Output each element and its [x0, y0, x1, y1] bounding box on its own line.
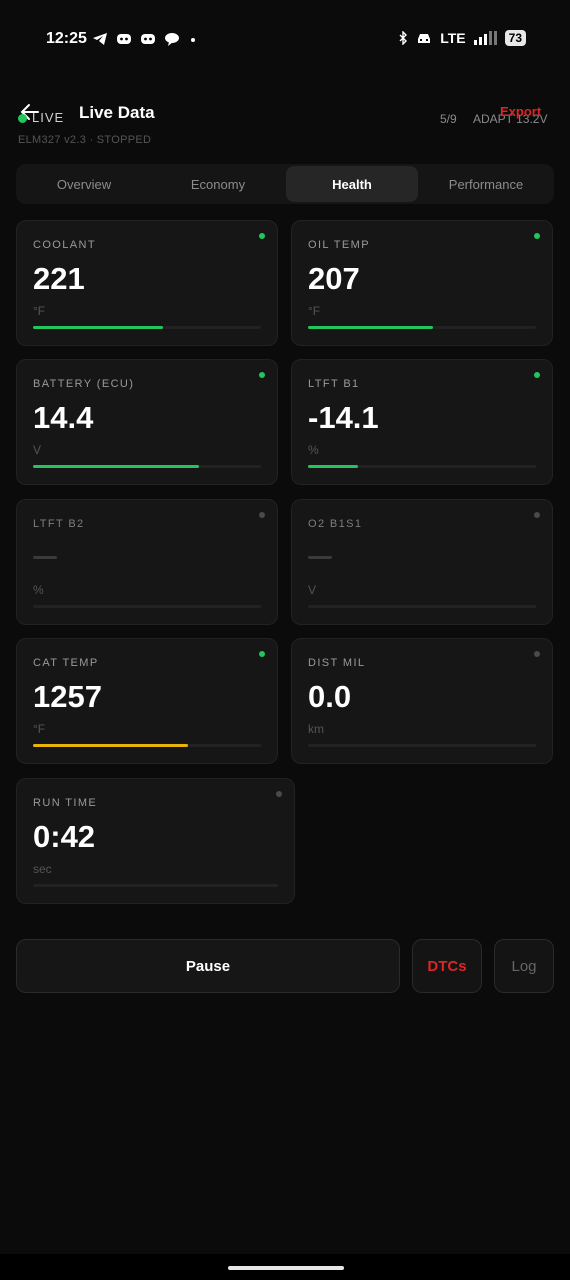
home-indicator[interactable]: [228, 1266, 344, 1270]
metric-bar: [33, 605, 261, 608]
metric-value: -14.1: [308, 400, 379, 435]
metric-bar-fill: [33, 465, 200, 468]
metric-bar-fill: [308, 326, 434, 329]
signal-icon: [473, 31, 497, 45]
metric-card-coolant[interactable]: COOLANT 221 °F: [16, 220, 278, 346]
metric-bar-fill: [308, 465, 359, 468]
metric-value: 221: [33, 261, 85, 296]
metric-unit: km: [308, 722, 324, 736]
metric-unit: %: [33, 583, 44, 597]
status-dot: [276, 791, 282, 797]
page-title: Live Data: [79, 103, 155, 122]
metric-unit: °F: [33, 722, 46, 736]
metric-label: LTFT B1: [308, 378, 360, 390]
status-dot: [534, 651, 540, 657]
live-indicator-dot: [18, 114, 27, 123]
notification-icons: [92, 32, 198, 46]
metric-unit: V: [33, 443, 42, 457]
no-value-placeholder: [308, 556, 332, 559]
chat-icon: [165, 33, 179, 46]
metric-card-o2-b1s1[interactable]: O2 B1S1 V: [291, 499, 553, 625]
metric-bar: [308, 605, 536, 608]
status-dot: [534, 372, 540, 378]
metric-label: RUN TIME: [33, 797, 98, 809]
metric-bar: [308, 465, 536, 468]
metric-card-ltft-b2[interactable]: LTFT B2 %: [16, 499, 278, 625]
tab-economy[interactable]: Economy: [152, 166, 284, 202]
metric-bar-fill: [33, 744, 189, 747]
status-dot: [259, 233, 265, 239]
discord-icon: [141, 34, 155, 44]
tab-bar: Overview Economy Health Performance: [16, 164, 554, 204]
status-dot: [259, 512, 265, 518]
metric-label: OIL TEMP: [308, 239, 370, 251]
live-label: LIVE: [32, 110, 65, 125]
metric-label: LTFT B2: [33, 518, 85, 530]
metric-card-dist-mil[interactable]: DIST MIL 0.0 km: [291, 638, 553, 764]
status-dot: [259, 372, 265, 378]
adapter-status: ELM327 v2.3 · STOPPED: [18, 134, 152, 146]
metric-unit: %: [308, 443, 319, 457]
telegram-icon: [93, 33, 107, 45]
metric-value: 207: [308, 261, 360, 296]
metric-card-run-time[interactable]: RUN TIME 0:42 sec: [16, 778, 295, 904]
battery-icon: 73: [504, 30, 526, 46]
metric-bar: [33, 326, 261, 329]
tab-overview[interactable]: Overview: [18, 166, 150, 202]
metric-label: COOLANT: [33, 239, 96, 251]
discord-icon: [117, 34, 131, 44]
metric-unit: V: [308, 583, 317, 597]
metric-label: BATTERY (ECU): [33, 378, 135, 390]
metric-unit: sec: [33, 862, 52, 876]
tab-performance[interactable]: Performance: [420, 166, 552, 202]
metric-card-cat-temp[interactable]: CAT TEMP 1257 °F: [16, 638, 278, 764]
dtcs-button[interactable]: DTCs: [412, 939, 482, 993]
metric-card-oil-temp[interactable]: OIL TEMP 207 °F: [291, 220, 553, 346]
metric-bar-fill: [33, 326, 163, 329]
log-button[interactable]: Log: [494, 939, 554, 993]
status-time: 12:25: [46, 30, 87, 47]
metric-value: 0.0: [308, 679, 352, 714]
dot-icon: [191, 38, 195, 42]
status-bar: 12:25 LTE 73: [0, 0, 570, 80]
status-dot: [259, 651, 265, 657]
metric-label: DIST MIL: [308, 657, 366, 669]
metric-bar: [33, 744, 261, 747]
no-value-placeholder: [33, 556, 57, 559]
metric-label: CAT TEMP: [33, 657, 99, 669]
bluetooth-icon: [399, 31, 408, 45]
metric-value: 14.4: [33, 400, 94, 435]
tab-health[interactable]: Health: [286, 166, 418, 202]
car-icon: [418, 34, 431, 43]
pause-button[interactable]: Pause: [16, 939, 400, 993]
metric-card-ltft-b1[interactable]: LTFT B1 -14.1 %: [291, 359, 553, 485]
active-pid-count: 5/9: [440, 112, 457, 126]
network-type: LTE: [440, 30, 466, 46]
metric-bar: [308, 744, 536, 747]
status-dot: [534, 233, 540, 239]
metric-value: 1257: [33, 679, 102, 714]
metric-bar: [33, 884, 278, 887]
metric-bar: [33, 465, 261, 468]
system-icons: LTE 73: [398, 30, 526, 46]
metric-card-battery[interactable]: BATTERY (ECU) 14.4 V: [16, 359, 278, 485]
metric-label: O2 B1S1: [308, 518, 363, 530]
metric-bar: [308, 326, 536, 329]
status-dot: [534, 512, 540, 518]
metric-unit: °F: [33, 304, 46, 318]
metric-value: 0:42: [33, 819, 96, 854]
metric-unit: °F: [308, 304, 321, 318]
export-button[interactable]: Export: [500, 104, 541, 119]
